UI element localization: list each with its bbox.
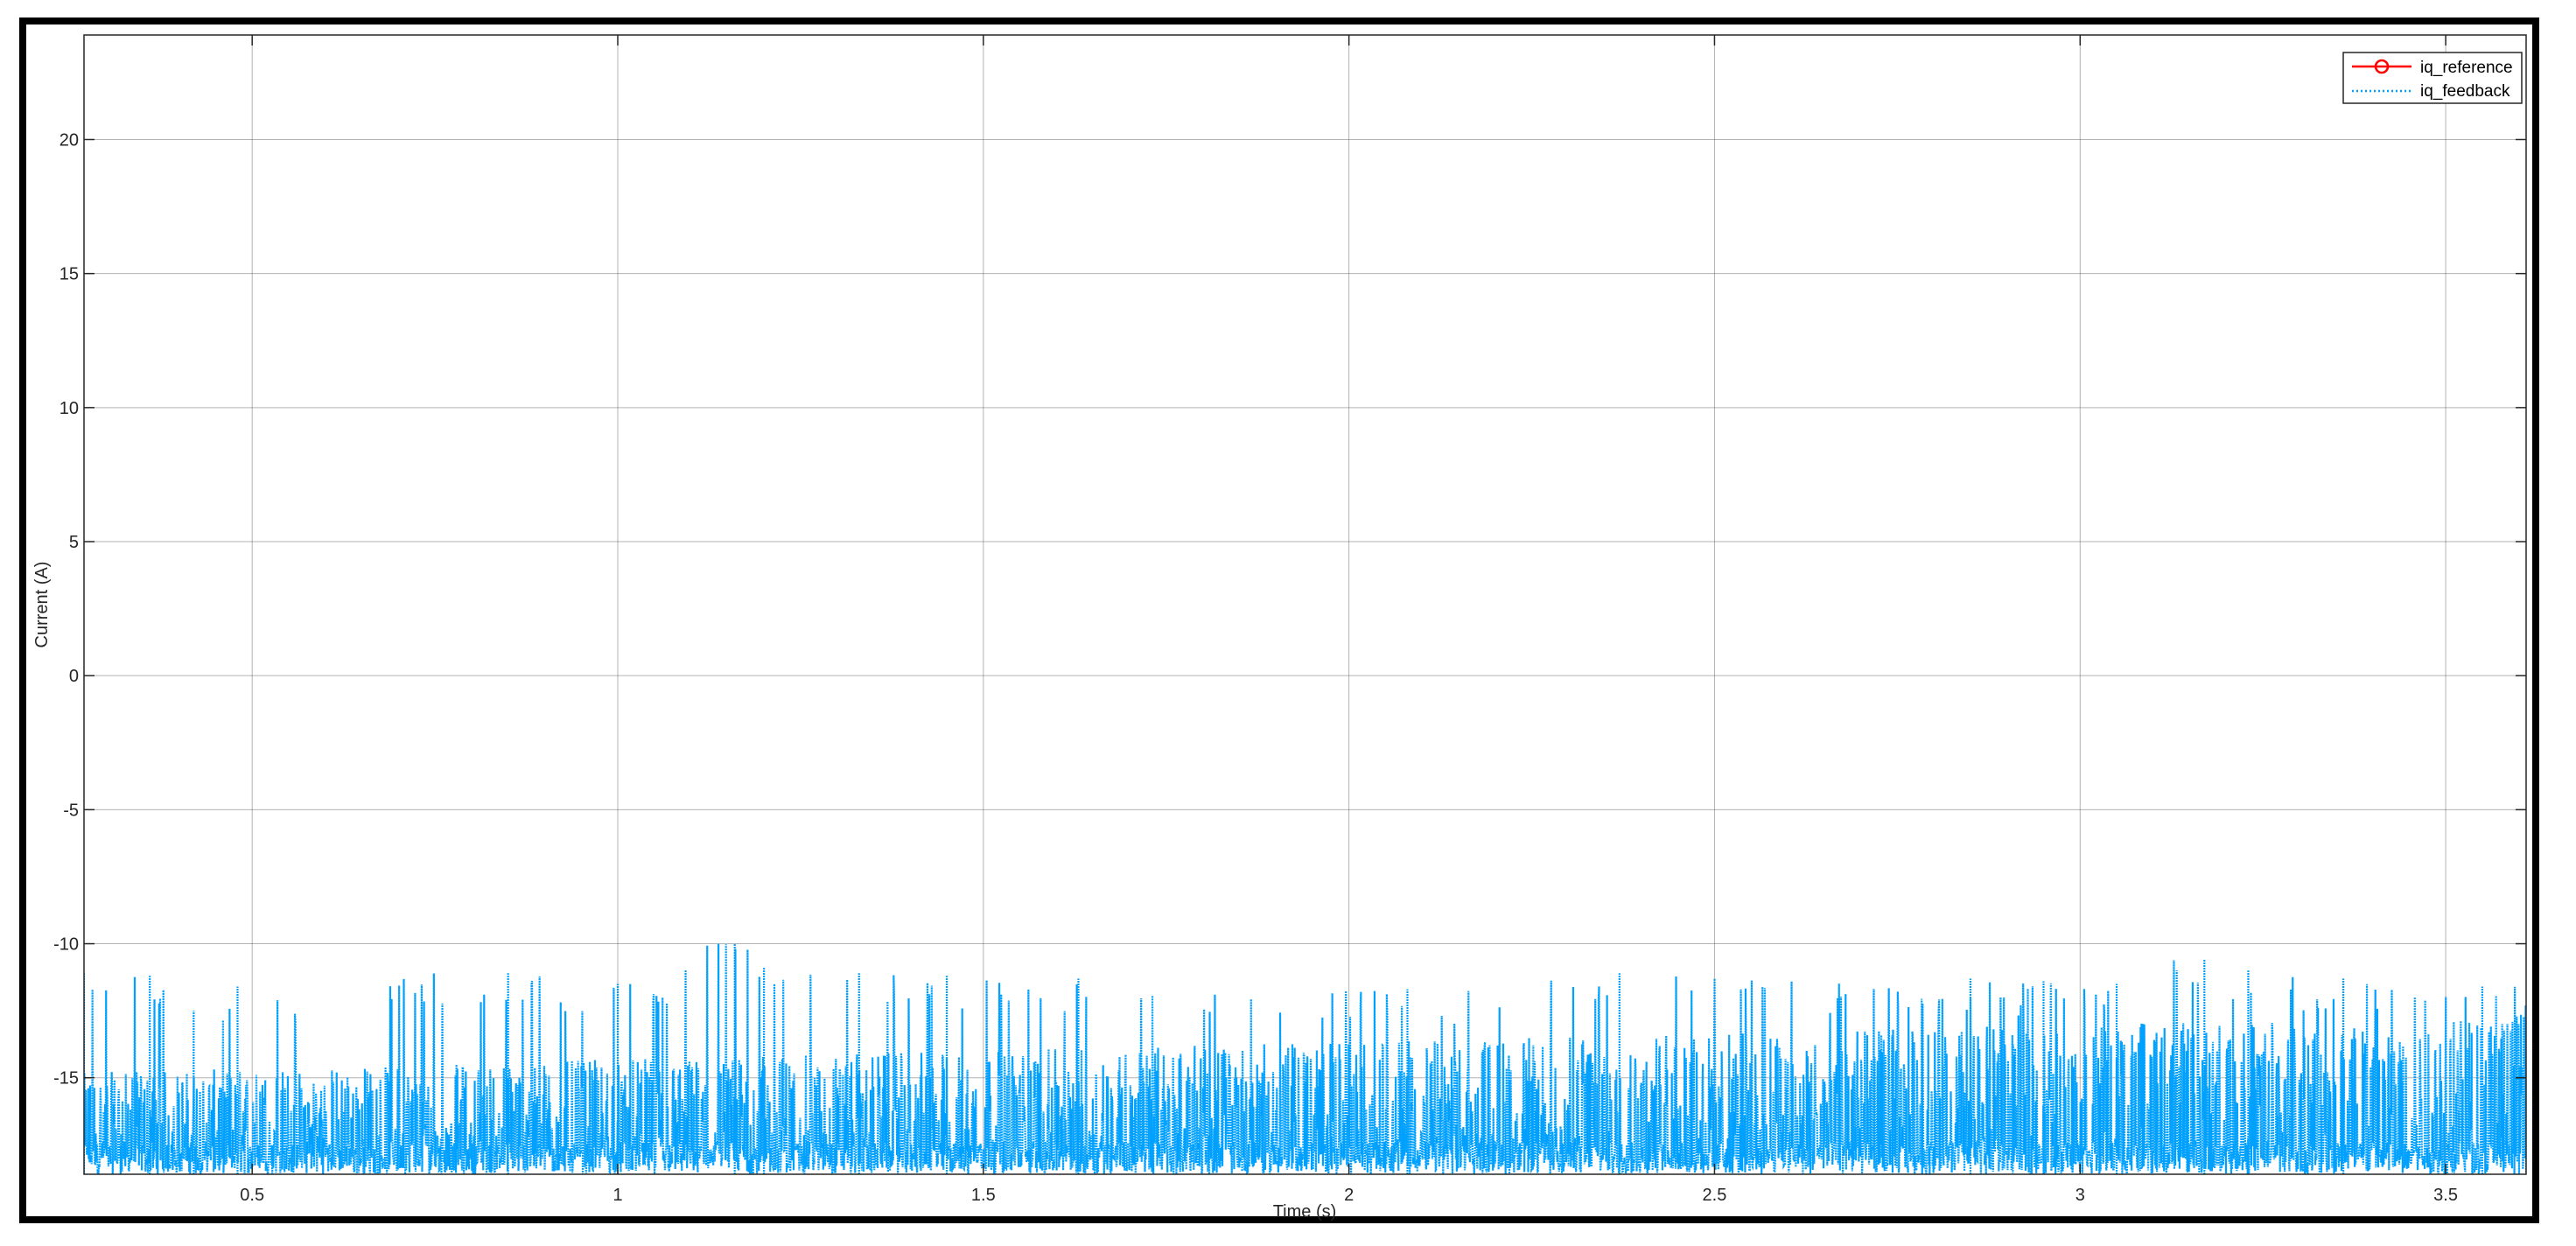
x-axis-title: Time (s) xyxy=(1273,1202,1337,1222)
chart-canvas: 0.5 1 1.5 2 2.5 3 3.5 -15 -10 -5 0 5 10 15 20 Time (s)… xyxy=(0,0,2576,1246)
x-tick-label: 2 xyxy=(1344,1186,1354,1205)
y-tick-label: 0 xyxy=(69,667,79,686)
x-tick-label: 0.5 xyxy=(240,1186,264,1205)
plot-area xyxy=(84,35,2526,1174)
legend-label-iq-feedback: iq_feedback xyxy=(2420,82,2510,101)
x-tick-label: 1.5 xyxy=(971,1186,996,1205)
x-tick-label: 2.5 xyxy=(1703,1186,1727,1205)
legend-label-iq-reference: iq_reference xyxy=(2420,59,2513,77)
x-tick-label: 3.5 xyxy=(2433,1186,2458,1205)
y-axis-title: Current (A) xyxy=(32,562,52,648)
y-tick-label: -5 xyxy=(63,801,79,820)
y-tick-label: -10 xyxy=(53,935,79,955)
y-tick-label: -15 xyxy=(53,1069,79,1088)
y-tick-label: 15 xyxy=(60,265,79,284)
legend[interactable]: iq_reference iq_feedback xyxy=(2342,52,2523,104)
chart-svg: 0.5 1 1.5 2 2.5 3 3.5 -15 -10 -5 0 5 10 15 20 Time (s)… xyxy=(32,34,2527,1222)
y-tick-label: 10 xyxy=(60,399,79,418)
x-tick-label: 3 xyxy=(2076,1186,2085,1205)
y-tick-label: 20 xyxy=(60,130,79,150)
x-tick-label: 1 xyxy=(612,1186,622,1205)
y-tick-label: 5 xyxy=(69,533,79,552)
